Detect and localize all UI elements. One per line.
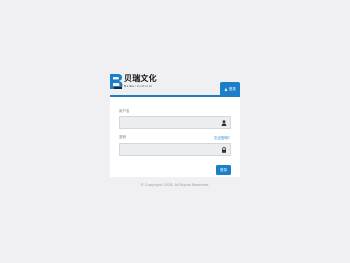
copyright-text: © Copyright 2018. All Rights Reserved.: [140, 183, 210, 187]
username-label: 用户名: [119, 109, 130, 113]
brand-logo-icon: [110, 74, 123, 89]
tab-login-label: 登录: [228, 87, 236, 91]
password-label: 密码: [119, 135, 126, 139]
username-input[interactable]: [119, 116, 231, 129]
login-button[interactable]: 登录: [216, 165, 231, 175]
brand-logo: 贝瑞文化 BeiRui Cultural: [110, 73, 170, 93]
forgot-password-link[interactable]: 忘记密码?: [214, 136, 230, 141]
password-input[interactable]: [119, 143, 231, 156]
brand-name-english: BeiRui Cultural: [124, 84, 153, 88]
login-card: 用户名 密码 忘记密码? 登录: [110, 95, 240, 177]
brand-name: 贝瑞文化: [124, 74, 157, 83]
lock-icon: [222, 147, 226, 153]
user-icon: [221, 120, 227, 126]
